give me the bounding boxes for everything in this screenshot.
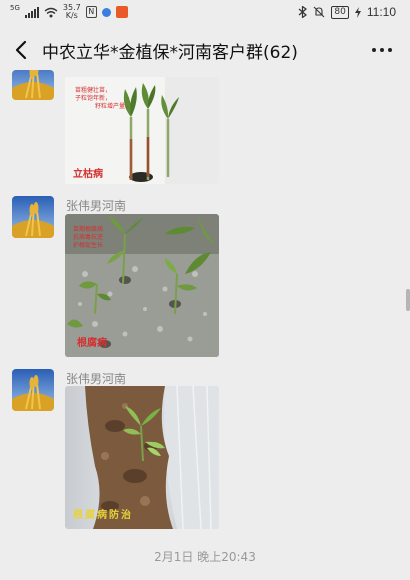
image-message[interactable]: 苗期根腐病 抗病毒抗逆 护根促生长 根腐病 bbox=[65, 214, 219, 357]
chat-header: 中农立华*金植保*河南客户群(62) bbox=[0, 26, 410, 74]
message-timestamp: 2月1日 晚上20:43 bbox=[154, 550, 256, 564]
avatar[interactable] bbox=[12, 196, 54, 238]
clock: 11:10 bbox=[366, 5, 396, 19]
image-stamp: 立枯病 bbox=[73, 169, 103, 180]
image-stamp: 根腐病 bbox=[77, 338, 107, 349]
avatar[interactable] bbox=[12, 70, 54, 100]
more-options-icon[interactable] bbox=[372, 48, 392, 52]
network-speed: 35.7 K/s bbox=[62, 3, 81, 20]
app-notify-icon bbox=[101, 7, 111, 17]
avatar[interactable] bbox=[12, 369, 54, 411]
image-message[interactable]: 根腐病防治 bbox=[65, 386, 219, 529]
scrollbar[interactable] bbox=[406, 289, 410, 311]
image-stamp: 根腐病防治 bbox=[73, 510, 133, 521]
bluetooth-icon bbox=[299, 6, 308, 18]
back-arrow-icon[interactable] bbox=[12, 38, 32, 62]
signal-icon bbox=[24, 6, 39, 18]
image-caption: 苗期根腐病 抗病毒抗逆 护根促生长 bbox=[73, 226, 104, 249]
mute-icon bbox=[314, 6, 325, 18]
charging-icon bbox=[354, 6, 361, 18]
image-message[interactable]: 苗粗健壮苗， 子粒饱年新， 籽粒增产量。 立枯病 bbox=[65, 77, 219, 184]
status-bar: 5G 35.7 K/s N 80 11:10 bbox=[0, 0, 410, 26]
app-notify-icon bbox=[115, 6, 128, 18]
image-caption: 苗粗健壮苗， 子粒饱年新， 籽粒增产量。 bbox=[75, 87, 132, 110]
chat-title: 中农立华*金植保*河南客户群(62) bbox=[42, 43, 298, 63]
wifi-icon bbox=[44, 7, 58, 17]
sender-name: 张伟男河南 bbox=[66, 199, 127, 213]
sender-name: 张伟男河南 bbox=[66, 372, 127, 386]
battery-icon: 80 bbox=[331, 5, 349, 19]
network-type: 5G bbox=[10, 4, 20, 12]
nfc-icon: N bbox=[85, 6, 97, 18]
